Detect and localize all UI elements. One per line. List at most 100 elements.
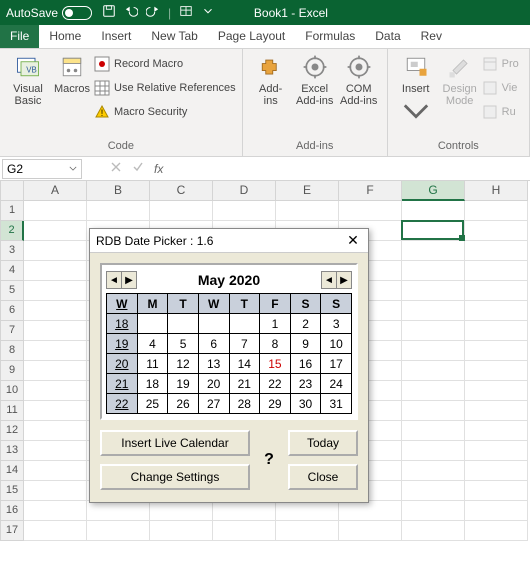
day-cell[interactable]: 17 — [321, 354, 352, 374]
visual-basic-button[interactable]: VB Visual Basic — [6, 51, 50, 138]
row-head[interactable]: 1 — [0, 201, 24, 221]
day-cell[interactable]: 5 — [168, 334, 199, 354]
cell[interactable] — [24, 441, 87, 461]
cell[interactable] — [150, 501, 213, 521]
close-button[interactable]: Close — [288, 464, 358, 490]
cell[interactable] — [87, 201, 150, 221]
tab-home[interactable]: Home — [39, 25, 91, 48]
cell[interactable] — [24, 261, 87, 281]
day-cell[interactable]: 7 — [229, 334, 260, 354]
day-cell[interactable]: 27 — [198, 394, 229, 414]
day-cell[interactable]: 21 — [229, 374, 260, 394]
cell[interactable] — [402, 501, 465, 521]
cell[interactable] — [465, 501, 528, 521]
cell[interactable] — [465, 461, 528, 481]
cell[interactable] — [465, 401, 528, 421]
cell[interactable] — [402, 281, 465, 301]
day-cell[interactable]: 13 — [198, 354, 229, 374]
day-cell[interactable]: 14 — [229, 354, 260, 374]
row-head[interactable]: 10 — [0, 381, 24, 401]
cell[interactable] — [402, 461, 465, 481]
cell[interactable] — [465, 201, 528, 221]
cell[interactable] — [24, 481, 87, 501]
week-number[interactable]: 20 — [107, 354, 138, 374]
record-macro-button[interactable]: Record Macro — [94, 53, 236, 75]
cell[interactable] — [465, 221, 528, 241]
macro-security-button[interactable]: ! Macro Security — [94, 101, 236, 123]
row-head[interactable]: 6 — [0, 301, 24, 321]
cell[interactable] — [87, 501, 150, 521]
close-icon[interactable]: ✕ — [344, 232, 362, 250]
day-cell[interactable]: 4 — [137, 334, 168, 354]
row-head[interactable]: 2 — [0, 221, 24, 241]
day-cell[interactable]: 25 — [137, 394, 168, 414]
cancel-icon[interactable] — [110, 161, 122, 176]
cell[interactable] — [339, 521, 402, 541]
day-cell[interactable]: 29 — [260, 394, 291, 414]
cell[interactable] — [24, 461, 87, 481]
cell[interactable] — [24, 421, 87, 441]
col-head[interactable]: B — [87, 181, 150, 201]
cell[interactable] — [24, 281, 87, 301]
today-button[interactable]: Today — [288, 430, 358, 456]
cell[interactable] — [402, 241, 465, 261]
col-head[interactable]: H — [465, 181, 528, 201]
properties-button[interactable]: Pro — [482, 53, 519, 75]
cell[interactable] — [465, 241, 528, 261]
cell[interactable] — [402, 201, 465, 221]
cell[interactable] — [24, 321, 87, 341]
day-cell[interactable]: 3 — [321, 314, 352, 334]
cell[interactable] — [402, 481, 465, 501]
tab-data[interactable]: Data — [365, 25, 410, 48]
day-cell[interactable]: 31 — [321, 394, 352, 414]
save-icon[interactable] — [102, 4, 116, 21]
cell[interactable] — [402, 521, 465, 541]
day-cell[interactable]: 11 — [137, 354, 168, 374]
macros-button[interactable]: Macros — [50, 51, 94, 138]
next-year-button[interactable]: ▶ — [336, 271, 352, 289]
cell[interactable] — [213, 201, 276, 221]
cell[interactable] — [402, 381, 465, 401]
day-cell[interactable]: 12 — [168, 354, 199, 374]
day-cell[interactable]: 28 — [229, 394, 260, 414]
cell[interactable] — [24, 381, 87, 401]
cell[interactable] — [465, 281, 528, 301]
redo-icon[interactable] — [146, 4, 160, 21]
fx-icon[interactable]: fx — [154, 162, 163, 176]
cell[interactable] — [150, 521, 213, 541]
row-head[interactable]: 12 — [0, 421, 24, 441]
cell[interactable] — [402, 421, 465, 441]
day-cell[interactable]: 26 — [168, 394, 199, 414]
cell[interactable] — [24, 361, 87, 381]
col-head[interactable]: G — [402, 181, 465, 201]
cell[interactable] — [213, 521, 276, 541]
day-cell[interactable]: 6 — [198, 334, 229, 354]
week-number[interactable]: 19 — [107, 334, 138, 354]
tab-rev[interactable]: Rev — [411, 25, 452, 48]
run-dialog-button[interactable]: Ru — [482, 101, 519, 123]
cell[interactable] — [402, 401, 465, 421]
row-head[interactable]: 3 — [0, 241, 24, 261]
tab-insert[interactable]: Insert — [91, 25, 141, 48]
day-cell[interactable]: 19 — [168, 374, 199, 394]
row-head[interactable]: 4 — [0, 261, 24, 281]
autosave-toggle[interactable]: AutoSave — [0, 6, 98, 20]
row-head[interactable]: 7 — [0, 321, 24, 341]
cell[interactable] — [24, 201, 87, 221]
cell[interactable] — [276, 201, 339, 221]
row-head[interactable]: 15 — [0, 481, 24, 501]
cell[interactable] — [24, 401, 87, 421]
col-head[interactable]: E — [276, 181, 339, 201]
help-button[interactable]: ? — [256, 430, 282, 490]
row-head[interactable]: 5 — [0, 281, 24, 301]
row-head[interactable]: 11 — [0, 401, 24, 421]
row-head[interactable]: 14 — [0, 461, 24, 481]
enter-icon[interactable] — [132, 161, 144, 176]
day-cell[interactable]: 30 — [290, 394, 321, 414]
day-cell[interactable]: 24 — [321, 374, 352, 394]
tab-page-layout[interactable]: Page Layout — [208, 25, 295, 48]
row-head[interactable]: 8 — [0, 341, 24, 361]
row-head[interactable]: 16 — [0, 501, 24, 521]
cell[interactable] — [465, 441, 528, 461]
cell[interactable] — [24, 241, 87, 261]
